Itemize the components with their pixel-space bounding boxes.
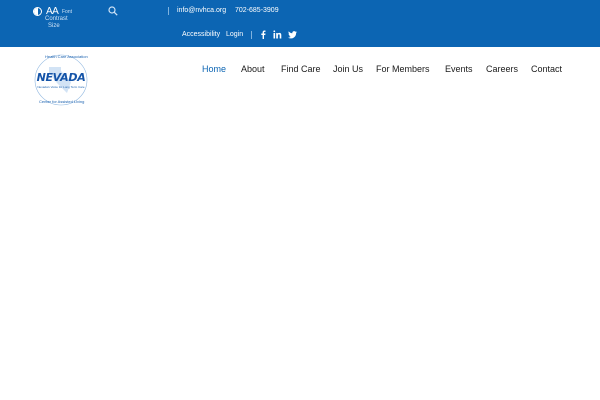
phone-link[interactable]: 702-685-3909 (235, 7, 279, 14)
nav-about[interactable]: About (241, 64, 265, 76)
logo-arc-bottom: Center for Assisted Living (39, 99, 85, 104)
login-link[interactable]: Login (226, 31, 243, 38)
nav-careers[interactable]: Careers (486, 64, 518, 76)
font-label: Font (62, 9, 73, 15)
contrast-icon[interactable] (33, 7, 42, 16)
email-link[interactable]: info@nvhca.org (177, 7, 226, 14)
logo-tagline: Nevada's Voice for Long Term Care (37, 85, 85, 89)
contrast-label[interactable]: Contrast (45, 16, 68, 22)
accessibility-link[interactable]: Accessibility (182, 31, 220, 38)
nav-join-us[interactable]: Join Us (333, 64, 363, 76)
nav-contact[interactable]: Contact (531, 64, 562, 76)
facebook-icon[interactable] (260, 30, 266, 39)
twitter-icon[interactable] (288, 30, 297, 39)
nav-home[interactable]: Home (202, 64, 226, 76)
top-bar: AA Font Contrast Size info@nvhca.org 702… (0, 0, 600, 47)
nevada-logo[interactable]: Health Care Association NEVADA Nevada's … (31, 53, 91, 107)
linkedin-icon[interactable] (273, 30, 282, 39)
nav-events[interactable]: Events (445, 64, 473, 76)
logo-wordmark: NEVADA (36, 71, 86, 84)
divider (251, 31, 252, 39)
divider (168, 7, 169, 15)
nav-for-members[interactable]: For Members (376, 64, 430, 76)
size-label[interactable]: Size (48, 23, 60, 29)
nav-find-care[interactable]: Find Care (281, 64, 321, 76)
search-icon[interactable] (108, 6, 118, 16)
logo-arc-top: Health Care Association (45, 54, 88, 59)
